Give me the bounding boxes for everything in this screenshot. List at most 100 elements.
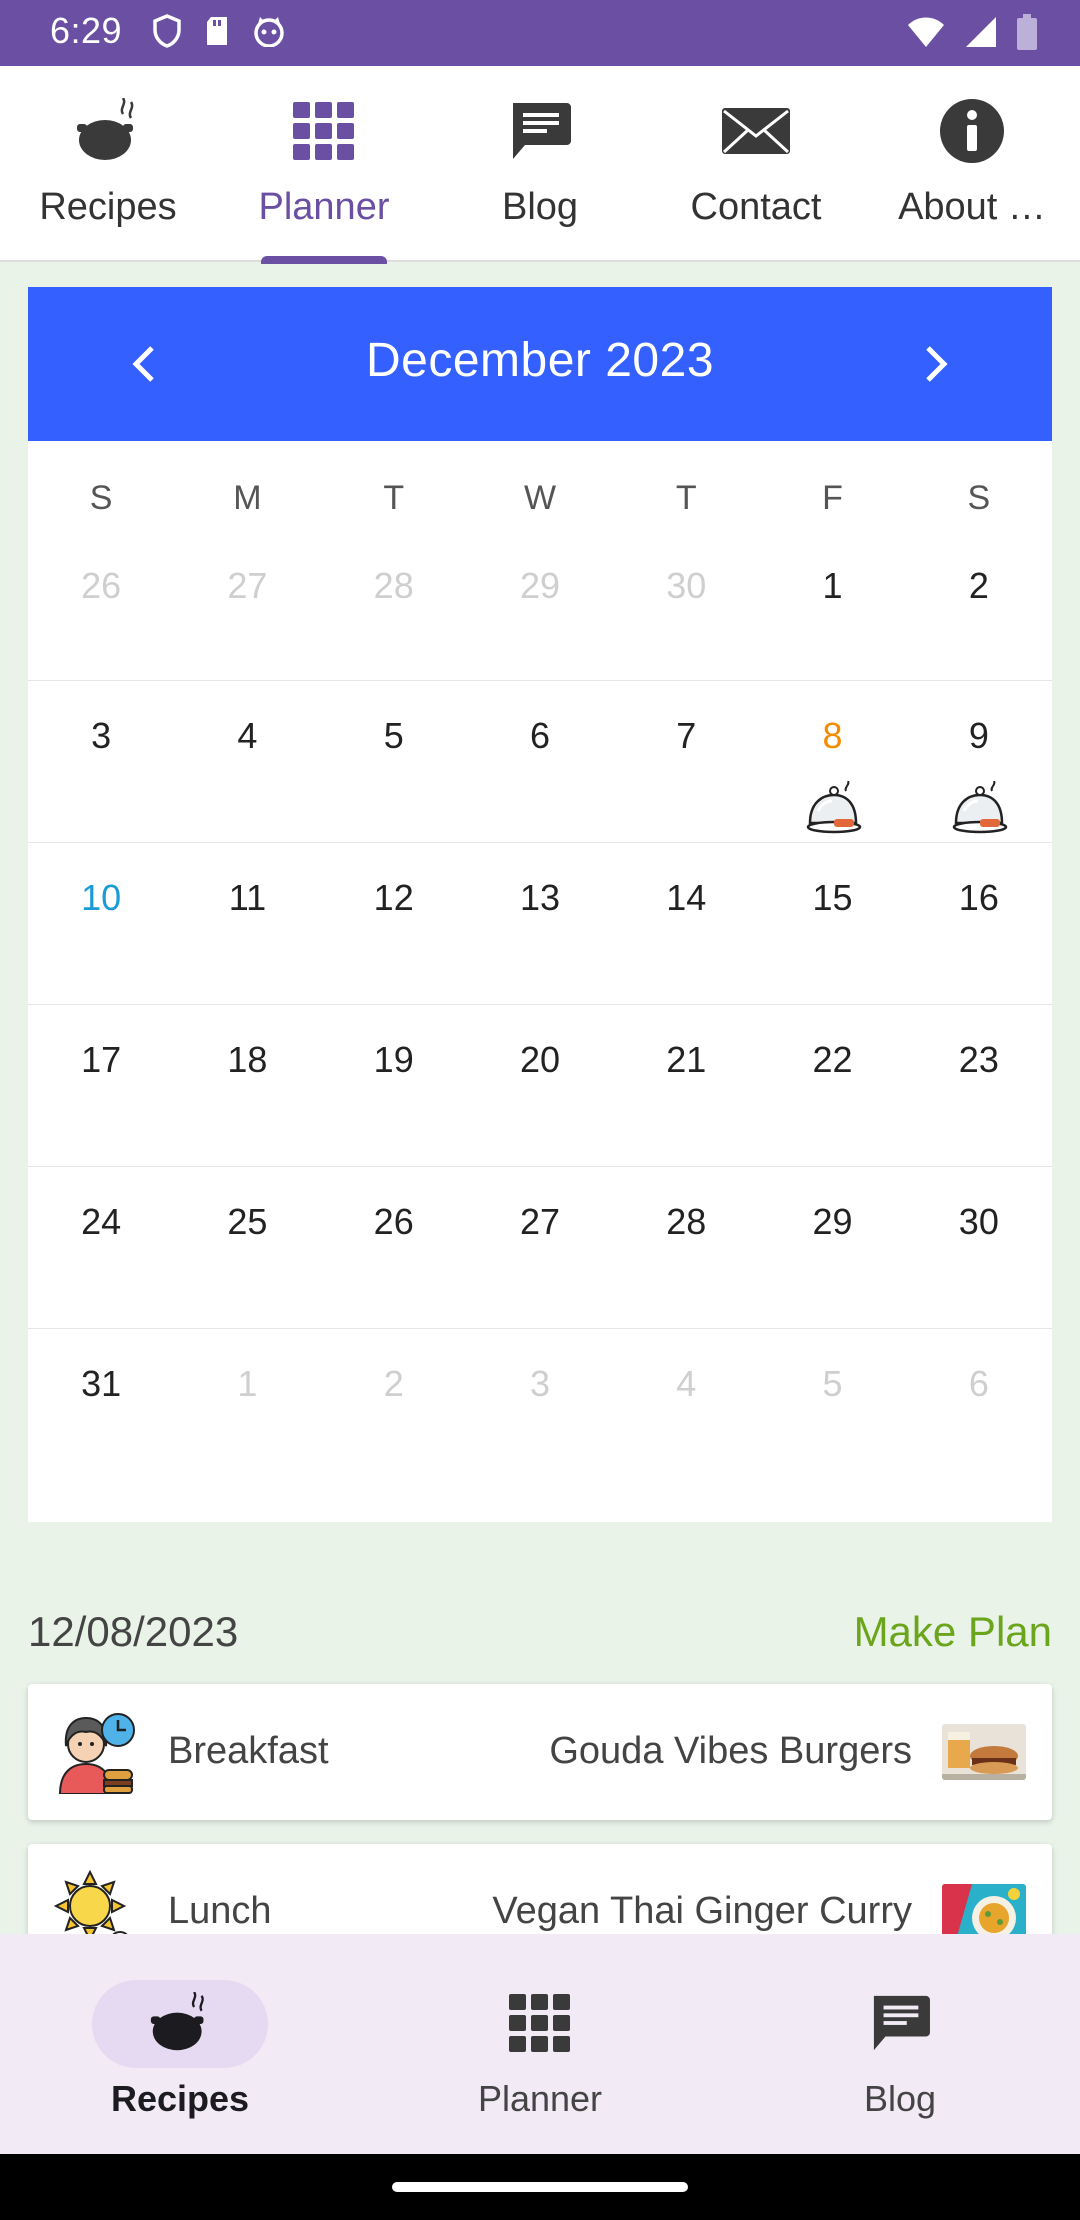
calendar-day[interactable]: 24 [28, 1167, 174, 1328]
calendar-day[interactable]: 22 [759, 1005, 905, 1166]
calendar-day[interactable]: 12 [321, 843, 467, 1004]
calendar-month-title: December 2023 [365, 334, 715, 387]
calendar-day[interactable]: 1 [759, 557, 905, 680]
active-tab-indicator [261, 256, 387, 264]
calendar-week: 31 1 2 3 4 5 6 [28, 1329, 1052, 1491]
status-time: 6:29 [50, 10, 123, 51]
calendar-day[interactable]: 28 [613, 1167, 759, 1328]
info-icon [937, 96, 1007, 166]
calendar-day[interactable]: 26 [321, 1167, 467, 1328]
tab-contact[interactable]: Contact [648, 66, 864, 262]
bottom-nav-blog[interactable]: Blog [720, 1934, 1080, 2154]
calendar-day[interactable]: 30 [613, 557, 759, 680]
calendar-day[interactable]: 29 [759, 1167, 905, 1328]
shield-icon [153, 14, 181, 48]
calendar-day[interactable]: 20 [467, 1005, 613, 1166]
calendar-day[interactable]: 23 [906, 1005, 1052, 1166]
chevron-right-icon [926, 346, 948, 382]
selected-date: 12/08/2023 [28, 1608, 239, 1655]
weekday-label: T [383, 479, 405, 517]
calendar-week: 26 27 28 29 30 1 2 [28, 557, 1052, 681]
bottom-nav-label: Blog [863, 2078, 937, 2119]
meal-card-breakfast[interactable]: Breakfast Gouda Vibes Burgers [28, 1684, 1052, 1820]
calendar-day[interactable]: 18 [174, 1005, 320, 1166]
bottom-nav-planner[interactable]: Planner [360, 1934, 720, 2154]
calendar-day[interactable]: 2 [906, 557, 1052, 680]
calendar-day[interactable]: 26 [28, 557, 174, 680]
calendar-day[interactable]: 14 [613, 843, 759, 1004]
chat-icon [867, 1990, 933, 2056]
calendar-day[interactable]: 19 [321, 1005, 467, 1166]
calendar-day[interactable]: 21 [613, 1005, 759, 1166]
curry-photo [942, 1884, 1026, 1940]
calendar-day[interactable]: 6 [906, 1329, 1052, 1491]
calendar-day[interactable]: 5 [759, 1329, 905, 1491]
top-tab-bar: Recipes Planner Blog Contact About … [0, 66, 1080, 264]
calendar-day[interactable]: 27 [174, 557, 320, 680]
bottom-nav-label: Recipes [110, 2078, 250, 2119]
day-number: 9 [968, 715, 989, 756]
calendar-day[interactable]: 4 [613, 1329, 759, 1491]
calendar-day[interactable]: 29 [467, 557, 613, 680]
make-plan-button[interactable]: Make Plan [854, 1608, 1052, 1656]
weekday-label: S [967, 479, 991, 517]
home-gesture-handle[interactable] [392, 2182, 688, 2192]
bottom-navigation: Recipes Planner Blog [0, 1934, 1080, 2154]
calendar: December 2023 S M T W T F S 26 27 28 29 … [28, 287, 1052, 1522]
tab-label: Contact [690, 186, 822, 228]
meal-cloche-icon [806, 781, 861, 834]
calendar-day[interactable]: 28 [321, 557, 467, 680]
weekday-label: W [523, 479, 557, 517]
calendar-day[interactable]: 6 [467, 681, 613, 842]
calendar-header: December 2023 [28, 287, 1052, 441]
tab-label: Blog [501, 186, 579, 228]
meal-type-label: Breakfast [168, 1730, 329, 1772]
calendar-day[interactable]: 4 [174, 681, 320, 842]
next-month-button[interactable] [904, 332, 968, 396]
cat-face-icon [254, 17, 284, 47]
calendar-day[interactable]: 31 [28, 1329, 174, 1491]
meal-cloche-icon [952, 781, 1008, 834]
weekday-row: S M T W T F S [28, 441, 1052, 557]
calendar-day[interactable]: 16 [906, 843, 1052, 1004]
chat-icon [505, 96, 575, 166]
calendar-day[interactable]: 25 [174, 1167, 320, 1328]
day-number: 8 [822, 715, 843, 756]
tab-blog[interactable]: Blog [432, 66, 648, 262]
meal-recipe-name: Vegan Thai Ginger Curry [492, 1890, 912, 1932]
signal-icon [966, 17, 996, 47]
calendar-day[interactable]: 13 [467, 843, 613, 1004]
calendar-day[interactable]: 7 [613, 681, 759, 842]
tab-about[interactable]: About … [864, 66, 1080, 262]
grid-icon [507, 1990, 573, 2056]
bottom-nav-recipes[interactable]: Recipes [0, 1934, 360, 2154]
calendar-day[interactable]: 11 [174, 843, 320, 1004]
envelope-icon [721, 96, 791, 166]
tab-planner[interactable]: Planner [216, 66, 432, 262]
calendar-day[interactable]: 2 [321, 1329, 467, 1491]
tab-recipes[interactable]: Recipes [0, 66, 216, 262]
battery-icon [1017, 14, 1037, 50]
calendar-day[interactable]: 3 [28, 681, 174, 842]
person-clock-icon [58, 1713, 135, 1794]
calendar-week: 10 11 12 13 14 15 16 [28, 843, 1052, 1005]
calendar-week: 17 18 19 20 21 22 23 [28, 1005, 1052, 1167]
calendar-day[interactable]: 30 [906, 1167, 1052, 1328]
calendar-week: 3 4 5 6 7 8 9 [28, 681, 1052, 843]
meal-recipe-name: Gouda Vibes Burgers [549, 1730, 912, 1772]
grid-icon [289, 96, 359, 166]
tab-label: Recipes [39, 186, 177, 228]
calendar-day-selected[interactable]: 8 [759, 681, 905, 842]
calendar-day[interactable]: 1 [174, 1329, 320, 1491]
system-navigation-bar [0, 2154, 1080, 2220]
bottom-nav-label: Planner [477, 2078, 603, 2119]
calendar-day-today[interactable]: 10 [28, 843, 174, 1004]
calendar-day[interactable]: 17 [28, 1005, 174, 1166]
calendar-day[interactable]: 3 [467, 1329, 613, 1491]
calendar-day[interactable]: 15 [759, 843, 905, 1004]
calendar-day[interactable]: 9 [906, 681, 1052, 842]
weekday-label: T [675, 479, 697, 517]
calendar-day[interactable]: 27 [467, 1167, 613, 1328]
calendar-day[interactable]: 5 [321, 681, 467, 842]
weekday-label: S [89, 479, 113, 517]
